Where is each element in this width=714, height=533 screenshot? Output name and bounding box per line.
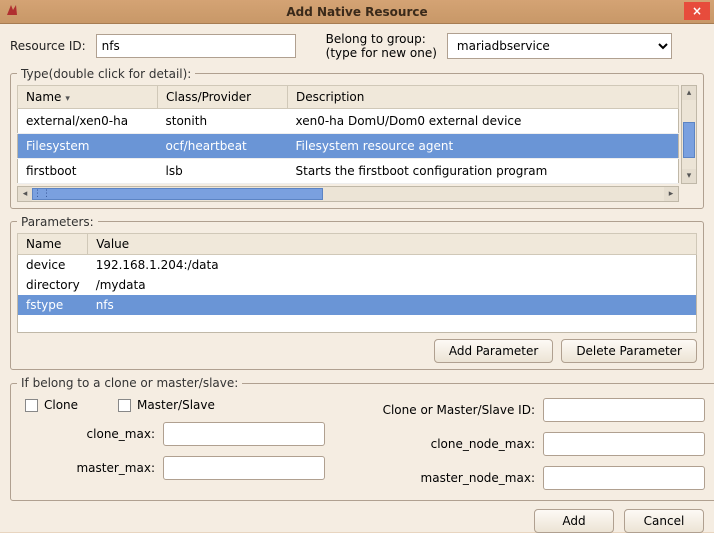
- type-cell-desc: Filesystem resource agent: [288, 133, 679, 158]
- type-header-class[interactable]: Class/Provider: [158, 85, 288, 108]
- scroll-left-icon[interactable]: ◂: [18, 187, 32, 201]
- cancel-button[interactable]: Cancel: [624, 509, 704, 533]
- type-row[interactable]: external/xen0-ha stonith xen0-ha DomU/Do…: [18, 108, 679, 133]
- type-cell-class: stonith: [158, 108, 288, 133]
- dialog-content: Resource ID: Belong to group: (type for …: [0, 24, 714, 532]
- titlebar: Add Native Resource ×: [0, 0, 714, 24]
- add-button[interactable]: Add: [534, 509, 614, 533]
- type-table: Name▾ Class/Provider Description externa…: [17, 85, 679, 184]
- scroll-right-icon[interactable]: ▸: [664, 187, 678, 201]
- resource-id-label: Resource ID:: [10, 39, 86, 53]
- add-parameter-button[interactable]: Add Parameter: [434, 339, 553, 363]
- clone-legend: If belong to a clone or master/slave:: [17, 376, 242, 390]
- scroll-up-icon[interactable]: ▴: [682, 86, 696, 100]
- resource-id-input[interactable]: [96, 34, 296, 58]
- master-node-max-input[interactable]: [543, 466, 705, 490]
- clone-node-max-label: clone_node_max:: [365, 437, 535, 451]
- clone-id-input[interactable]: [543, 398, 705, 422]
- belong-group-select[interactable]: mariadbservice: [447, 33, 672, 59]
- type-cell-desc: Starts the firstboot configuration progr…: [288, 158, 679, 183]
- scroll-down-icon[interactable]: ▾: [682, 169, 696, 183]
- type-cell-class: ocf/heartbeat: [158, 133, 288, 158]
- param-cell-value: /mydata: [88, 275, 697, 295]
- master-slave-checkbox[interactable]: [118, 399, 131, 412]
- scroll-thumb[interactable]: ⋮⋮: [32, 188, 323, 200]
- type-row[interactable]: Filesystem ocf/heartbeat Filesystem reso…: [18, 133, 679, 158]
- parameters-fieldset: Parameters: Name Value device 192.168.1.…: [10, 215, 704, 371]
- param-header-name[interactable]: Name: [18, 233, 88, 254]
- param-cell-name: fstype: [18, 295, 88, 315]
- parameters-table: Name Value device 192.168.1.204:/data di…: [17, 233, 697, 334]
- clone-checkbox-label: Clone: [44, 398, 78, 412]
- type-cell-desc: xen0-ha DomU/Dom0 external device: [288, 108, 679, 133]
- clone-checkbox[interactable]: [25, 399, 38, 412]
- close-button[interactable]: ×: [684, 2, 710, 20]
- close-icon: ×: [692, 4, 702, 18]
- clone-fieldset: If belong to a clone or master/slave: Cl…: [10, 376, 714, 501]
- parameters-legend: Parameters:: [17, 215, 98, 229]
- type-cell-name: firstboot: [18, 158, 158, 183]
- master-max-input[interactable]: [163, 456, 325, 480]
- scroll-track[interactable]: ⋮⋮: [32, 187, 664, 201]
- clone-max-input[interactable]: [163, 422, 325, 446]
- belong-group-label: Belong to group: (type for new one): [326, 32, 437, 61]
- scroll-track[interactable]: [682, 100, 696, 169]
- delete-parameter-button[interactable]: Delete Parameter: [561, 339, 697, 363]
- belong-label-line2: (type for new one): [326, 46, 437, 60]
- param-cell-name: device: [18, 254, 88, 275]
- top-row: Resource ID: Belong to group: (type for …: [10, 32, 704, 61]
- param-row-empty[interactable]: [18, 315, 697, 333]
- type-horizontal-scrollbar[interactable]: ◂ ⋮⋮ ▸: [17, 186, 679, 202]
- type-header-desc[interactable]: Description: [288, 85, 679, 108]
- clone-id-label: Clone or Master/Slave ID:: [365, 403, 535, 417]
- type-cell-class: lsb: [158, 158, 288, 183]
- param-cell-value: 192.168.1.204:/data: [88, 254, 697, 275]
- type-legend: Type(double click for detail):: [17, 67, 195, 81]
- master-max-label: master_max:: [25, 461, 155, 475]
- type-cell-name: Filesystem: [18, 133, 158, 158]
- param-row[interactable]: directory /mydata: [18, 275, 697, 295]
- param-row[interactable]: fstype nfs: [18, 295, 697, 315]
- param-cell-value: nfs: [88, 295, 697, 315]
- type-header-name[interactable]: Name▾: [18, 85, 158, 108]
- clone-node-max-input[interactable]: [543, 432, 705, 456]
- master-slave-checkbox-label: Master/Slave: [137, 398, 215, 412]
- clone-max-label: clone_max:: [25, 427, 155, 441]
- type-fieldset: Type(double click for detail): Name▾ Cla…: [10, 67, 704, 209]
- belong-label-line1: Belong to group:: [326, 32, 437, 46]
- master-node-max-label: master_node_max:: [365, 471, 535, 485]
- param-header-value[interactable]: Value: [88, 233, 697, 254]
- type-vertical-scrollbar[interactable]: ▴ ▾: [681, 85, 697, 184]
- type-table-wrap: Name▾ Class/Provider Description externa…: [17, 85, 697, 184]
- param-cell-name: directory: [18, 275, 88, 295]
- type-cell-name: external/xen0-ha: [18, 108, 158, 133]
- grip-icon: ⋮⋮: [33, 189, 41, 199]
- type-row[interactable]: firstboot lsb Starts the firstboot confi…: [18, 158, 679, 183]
- app-icon: [4, 2, 22, 20]
- sort-indicator-icon: ▾: [61, 94, 70, 104]
- window-title: Add Native Resource: [286, 5, 427, 19]
- scroll-thumb[interactable]: [683, 122, 695, 158]
- param-row[interactable]: device 192.168.1.204:/data: [18, 254, 697, 275]
